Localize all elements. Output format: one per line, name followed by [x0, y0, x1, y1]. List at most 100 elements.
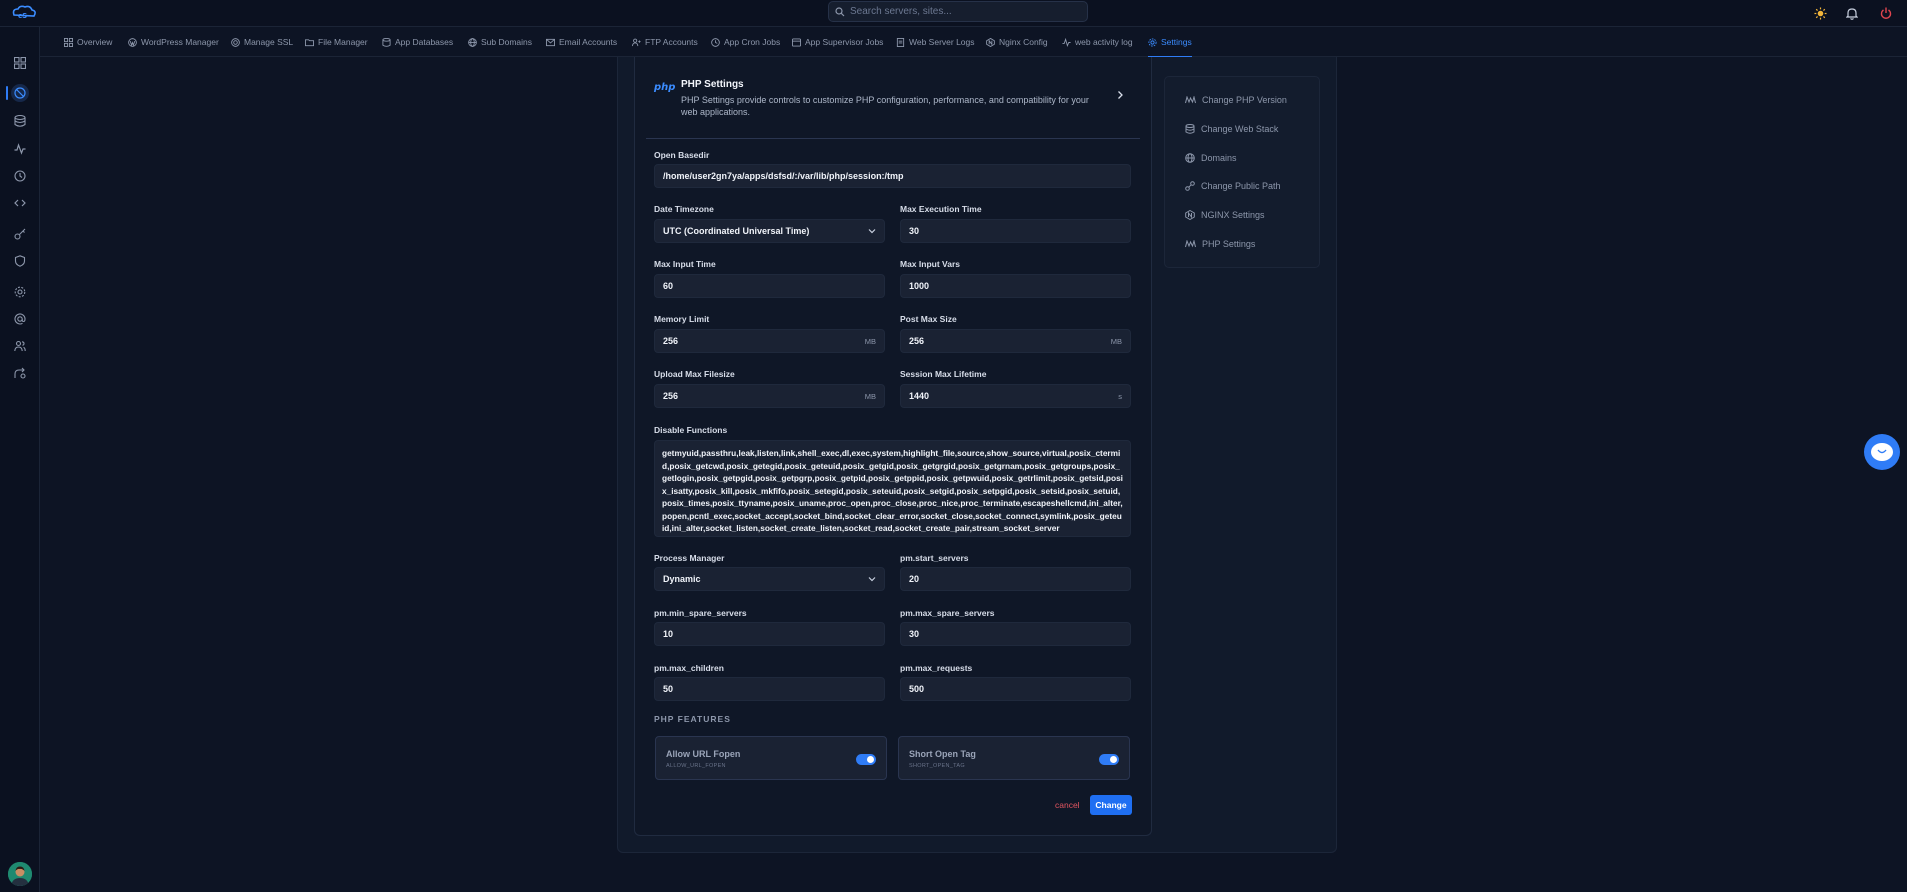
tab-app-cron-jobs[interactable]: App Cron Jobs [711, 27, 780, 57]
chevron-down-icon [868, 229, 876, 234]
sun-icon[interactable] [1812, 5, 1828, 21]
clock-icon [711, 37, 720, 47]
disable-functions-textarea[interactable]: getmyuid,passthru,leak,listen,link,shell… [654, 440, 1131, 537]
pm-min-spare-servers-input[interactable]: 10 [654, 622, 885, 646]
tab-label: Web Server Logs [909, 37, 975, 47]
top-bar: cS Search servers, sites... [0, 0, 1907, 27]
nav-label: PHP Settings [1202, 239, 1256, 249]
search-input[interactable]: Search servers, sites... [850, 6, 952, 17]
nav-nginx-settings[interactable]: NGINX Settings [1185, 208, 1265, 222]
database-icon [382, 37, 391, 47]
dashboard-icon[interactable] [11, 54, 29, 72]
feature-allow-url-fopen: Allow URL Fopen ALLOW_URL_FOPEN [655, 736, 887, 780]
wordpress-icon [128, 37, 137, 47]
clock-icon[interactable] [11, 167, 29, 185]
tab-wordpress-manager[interactable]: WordPress Manager [128, 27, 219, 57]
nav-domains[interactable]: Domains [1185, 151, 1237, 165]
pm-max-requests-input[interactable]: 500 [900, 677, 1131, 701]
at-sign-icon[interactable] [11, 310, 29, 328]
max-execution-time-input[interactable]: 30 [900, 219, 1131, 243]
tab-sub-domains[interactable]: Sub Domains [468, 27, 532, 57]
pm-start-servers-input[interactable]: 20 [900, 567, 1131, 591]
app-logo[interactable]: cS [11, 5, 37, 21]
php-icon [1185, 240, 1196, 248]
integration-icon[interactable] [11, 364, 29, 382]
nav-label: Change Web Stack [1201, 124, 1279, 134]
pm-max-children-input[interactable]: 50 [654, 677, 885, 701]
svg-text:cS: cS [18, 12, 27, 20]
session-max-lifetime-input[interactable]: 1440 s [900, 384, 1131, 408]
search-box[interactable]: Search servers, sites... [828, 1, 1088, 22]
open-basedir-input[interactable]: /home/user2gn7ya/apps/dsfsd/:/var/lib/ph… [654, 164, 1131, 188]
pm-min-spare-servers-value: 10 [663, 629, 674, 639]
team-icon[interactable] [11, 337, 29, 355]
max-input-vars-input[interactable]: 1000 [900, 274, 1131, 298]
tab-web-activity-log[interactable]: web activity log [1062, 27, 1133, 57]
tab-ftp-accounts[interactable]: FTP Accounts [632, 27, 698, 57]
process-manager-label: Process Manager [654, 553, 725, 563]
code-icon[interactable] [11, 194, 29, 212]
allow-url-fopen-toggle[interactable] [856, 754, 876, 765]
max-input-time-input[interactable]: 60 [654, 274, 885, 298]
sites-icon[interactable] [11, 84, 29, 102]
avatar[interactable] [8, 862, 32, 886]
bell-icon[interactable] [1844, 5, 1860, 21]
cancel-button[interactable]: cancel [1055, 800, 1080, 810]
users-icon [632, 38, 641, 46]
process-manager-select[interactable]: Dynamic [654, 567, 885, 591]
tab-web-server-logs[interactable]: Web Server Logs [896, 27, 975, 57]
activity-icon[interactable] [11, 140, 29, 158]
nav-change-php-version[interactable]: Change PHP Version [1185, 93, 1287, 107]
feature-label: Allow URL Fopen [666, 749, 741, 759]
nav-php-settings[interactable]: PHP Settings [1185, 237, 1255, 251]
tab-label: WordPress Manager [141, 37, 219, 47]
pm-max-children-value: 50 [663, 684, 674, 694]
tab-manage-ssl[interactable]: Manage SSL [231, 27, 293, 57]
database-icon[interactable] [11, 112, 29, 130]
nav-change-public-path[interactable]: Change Public Path [1185, 179, 1281, 193]
tab-nginx-config[interactable]: Nginx Config [986, 27, 1048, 57]
tab-app-supervisor-jobs[interactable]: App Supervisor Jobs [792, 27, 883, 57]
upload-max-filesize-label: Upload Max Filesize [654, 369, 735, 379]
tab-label: App Cron Jobs [724, 37, 781, 47]
shield-icon[interactable] [11, 252, 29, 270]
change-button[interactable]: Change [1090, 795, 1132, 815]
feature-key: ALLOW_URL_FOPEN [666, 763, 726, 769]
chat-support-button[interactable] [1864, 434, 1900, 470]
upload-max-filesize-input[interactable]: 256 MB [654, 384, 885, 408]
tab-label: web activity log [1075, 37, 1133, 47]
chevron-down-icon [868, 577, 876, 582]
php-logo: php [654, 82, 676, 93]
pm-max-requests-label: pm.max_requests [900, 663, 973, 673]
feature-label: Short Open Tag [909, 749, 976, 759]
nav-label: Change PHP Version [1202, 95, 1287, 105]
short-open-tag-toggle[interactable] [1099, 754, 1119, 765]
settings-icon[interactable] [11, 283, 29, 301]
memory-limit-input[interactable]: 256 MB [654, 329, 885, 353]
nav-label: Change Public Path [1201, 181, 1281, 191]
tab-app-databases[interactable]: App Databases [382, 27, 453, 57]
power-icon[interactable] [1878, 5, 1894, 21]
unit-label: s [1118, 391, 1122, 401]
process-manager-value: Dynamic [663, 574, 701, 584]
tab-label: Nginx Config [999, 37, 1048, 47]
nav-label: NGINX Settings [1201, 210, 1265, 220]
nav-change-web-stack[interactable]: Change Web Stack [1185, 122, 1278, 136]
tab-file-manager[interactable]: File Manager [305, 27, 368, 57]
open-basedir-value: /home/user2gn7ya/apps/dsfsd/:/var/lib/ph… [663, 171, 904, 181]
max-input-time-label: Max Input Time [654, 259, 716, 269]
max-execution-time-value: 30 [909, 226, 920, 236]
key-icon[interactable] [11, 225, 29, 243]
tab-settings[interactable]: Settings [1148, 27, 1192, 58]
max-execution-time-label: Max Execution Time [900, 204, 982, 214]
pm-min-spare-servers-label: pm.min_spare_servers [654, 608, 747, 618]
pm-max-spare-servers-input[interactable]: 30 [900, 622, 1131, 646]
session-max-lifetime-value: 1440 [909, 391, 930, 401]
tab-overview[interactable]: Overview [64, 27, 112, 57]
tab-email-accounts[interactable]: Email Accounts [546, 27, 617, 57]
chevron-right-icon[interactable] [1117, 90, 1124, 100]
post-max-size-input[interactable]: 256 MB [900, 329, 1131, 353]
php-settings-header[interactable]: php PHP Settings PHP Settings provide co… [646, 72, 1136, 124]
date-timezone-select[interactable]: UTC (Coordinated Universal Time) [654, 219, 885, 243]
tab-label: FTP Accounts [645, 37, 698, 47]
